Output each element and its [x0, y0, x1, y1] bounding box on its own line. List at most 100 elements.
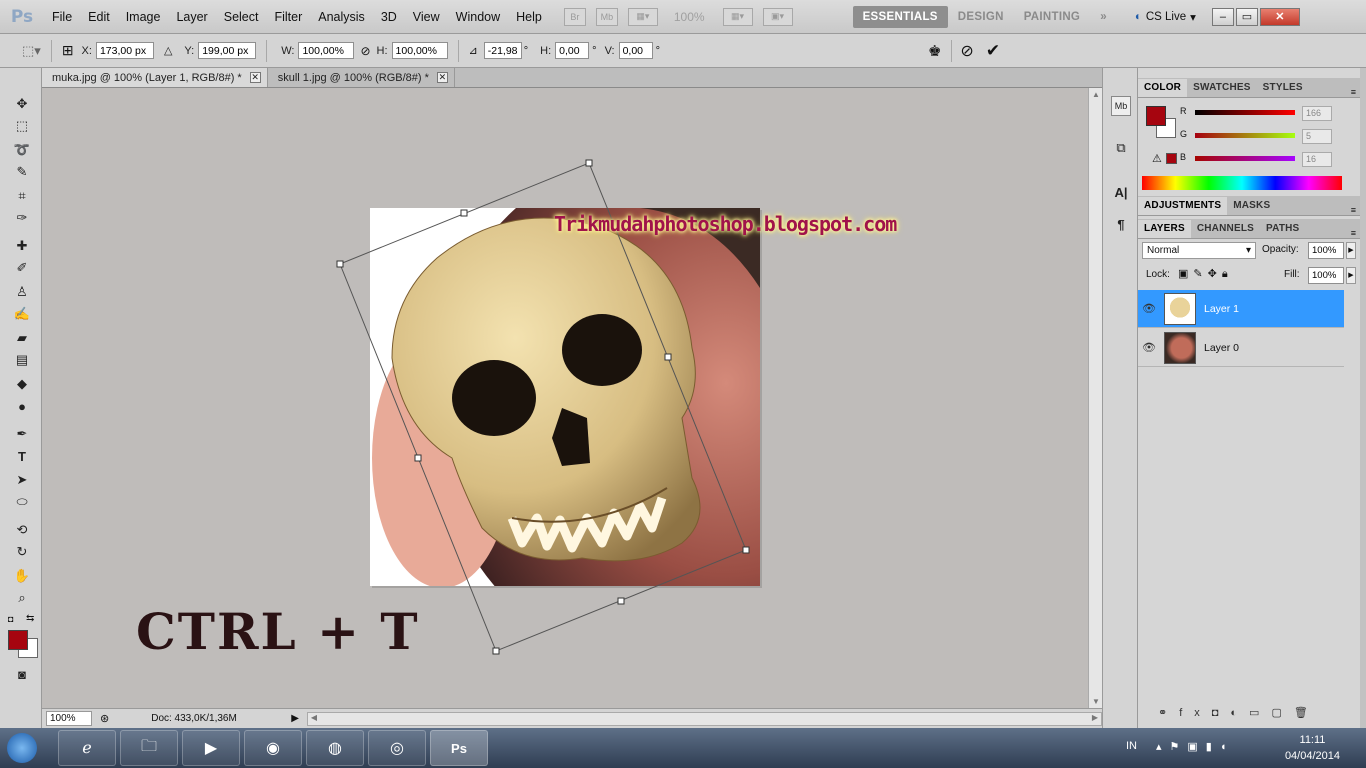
- start-button[interactable]: [0, 728, 44, 768]
- layer-row-layer-1[interactable]: 👁︎ Layer 1: [1138, 290, 1344, 328]
- zoom-tool-icon[interactable]: ⌕: [10, 588, 34, 608]
- warp-mode-icon[interactable]: ♚: [928, 42, 941, 60]
- tab-styles[interactable]: STYLES: [1257, 79, 1309, 97]
- menu-image[interactable]: Image: [118, 10, 169, 24]
- history-brush-tool-icon[interactable]: ✍: [10, 304, 34, 324]
- system-tray-icons[interactable]: ▴⚑▣▮◖: [1156, 740, 1234, 753]
- tab-layers[interactable]: LAYERS: [1138, 220, 1191, 238]
- tab-adjustments[interactable]: ADJUSTMENTS: [1138, 197, 1228, 215]
- eye-icon[interactable]: 👁︎: [1138, 302, 1160, 315]
- move-tool-preset-icon[interactable]: ⬚▾: [22, 43, 41, 59]
- double-chevron-icon[interactable]: »: [1090, 6, 1117, 28]
- tab-paths[interactable]: PATHS: [1260, 220, 1305, 238]
- eraser-tool-icon[interactable]: ▰: [10, 328, 34, 348]
- tab-color[interactable]: COLOR: [1138, 79, 1188, 97]
- green-slider[interactable]: [1195, 133, 1295, 138]
- quick-mask-icon[interactable]: ◙: [10, 664, 34, 684]
- menu-filter[interactable]: Filter: [266, 10, 310, 24]
- height-scale-input[interactable]: [391, 42, 448, 59]
- firefox-icon[interactable]: ◍: [306, 730, 364, 766]
- mini-bridge-button[interactable]: Mb: [595, 7, 618, 26]
- status-info-icon[interactable]: ⊛: [100, 712, 109, 725]
- history-icon[interactable]: ⧉: [1111, 138, 1131, 158]
- gamut-color-swatch[interactable]: [1166, 153, 1177, 164]
- pen-tool-icon[interactable]: ✒: [10, 424, 34, 444]
- panel-menu-icon[interactable]: ≡: [1351, 205, 1356, 215]
- opacity-arrow-icon[interactable]: ▶: [1346, 242, 1356, 259]
- foreground-color-swatch[interactable]: [8, 630, 28, 650]
- arrange-documents-button[interactable]: ▦▾: [722, 7, 753, 26]
- dodge-tool-icon[interactable]: ●: [10, 396, 34, 416]
- type-tool-icon[interactable]: T: [10, 446, 34, 466]
- out-of-gamut-warning-icon[interactable]: ⚠: [1152, 152, 1162, 165]
- layer-row-layer-0[interactable]: 👁︎ Layer 0: [1138, 329, 1344, 367]
- vertical-scrollbar[interactable]: ▲ ▼: [1088, 88, 1102, 708]
- rotate-angle-input[interactable]: [483, 42, 522, 59]
- green-value[interactable]: 5: [1302, 129, 1332, 144]
- move-tool-icon[interactable]: ✥: [10, 94, 34, 114]
- close-icon[interactable]: ✕: [249, 72, 261, 83]
- window-restore-button[interactable]: ▭: [1235, 7, 1258, 26]
- tab-masks[interactable]: MASKS: [1227, 197, 1276, 215]
- window-minimize-button[interactable]: –: [1211, 7, 1234, 26]
- workspace-painting[interactable]: PAINTING: [1014, 6, 1091, 28]
- language-indicator[interactable]: IN: [1126, 740, 1137, 752]
- menu-analysis[interactable]: Analysis: [310, 10, 373, 24]
- clone-stamp-tool-icon[interactable]: ♙: [10, 282, 34, 302]
- default-colors-icon[interactable]: ◘: [8, 614, 13, 624]
- status-menu-arrow-icon[interactable]: ▶: [291, 713, 299, 724]
- menu-layer[interactable]: Layer: [168, 10, 215, 24]
- crop-tool-icon[interactable]: ⌗: [10, 186, 34, 206]
- layer-name[interactable]: Layer 0: [1204, 342, 1239, 354]
- menu-file[interactable]: File: [44, 10, 80, 24]
- v-skew-input[interactable]: [618, 42, 653, 59]
- tab-skull[interactable]: skull 1.jpg @ 100% (RGB/8#) * ✕: [268, 68, 455, 87]
- menu-edit[interactable]: Edit: [80, 10, 118, 24]
- width-scale-input[interactable]: [298, 42, 355, 59]
- menu-view[interactable]: View: [405, 10, 448, 24]
- blue-value[interactable]: 16: [1302, 152, 1332, 167]
- media-player-icon[interactable]: ▶: [182, 730, 240, 766]
- document-canvas[interactable]: Trikmudahphotoshop.blogspot.com CTRL + T: [42, 88, 1088, 708]
- photoshop-taskbar-icon[interactable]: Ps: [430, 730, 488, 766]
- lasso-tool-icon[interactable]: ➰: [10, 140, 34, 160]
- status-zoom[interactable]: 100%: [46, 711, 92, 726]
- panel-scrollbar[interactable]: [1360, 68, 1366, 728]
- close-icon[interactable]: ✕: [436, 72, 448, 83]
- menu-select[interactable]: Select: [216, 10, 267, 24]
- mini-bridge-icon[interactable]: Mb: [1111, 96, 1131, 116]
- y-position-input[interactable]: [198, 42, 257, 59]
- layers-footer-icons[interactable]: ⚭fx◘◐▭▢🗑︎: [1158, 706, 1320, 719]
- cancel-transform-icon[interactable]: ⊘: [960, 41, 973, 61]
- menu-3d[interactable]: 3D: [373, 10, 405, 24]
- eye-icon[interactable]: 👁︎: [1138, 341, 1160, 354]
- eyedropper-tool-icon[interactable]: ✑: [10, 208, 34, 228]
- horizontal-scrollbar[interactable]: ◀ ▶: [306, 711, 1102, 726]
- panel-menu-icon[interactable]: ≡: [1351, 228, 1356, 238]
- opacity-input[interactable]: [1308, 242, 1344, 259]
- view-extras-button[interactable]: ▦▾: [627, 7, 658, 26]
- fill-arrow-icon[interactable]: ▶: [1346, 267, 1356, 284]
- gradient-tool-icon[interactable]: ▤: [10, 350, 34, 370]
- file-manager-icon[interactable]: 🗀︎: [120, 730, 178, 766]
- brush-tool-icon[interactable]: ✐: [10, 258, 34, 278]
- path-selection-tool-icon[interactable]: ➤: [10, 470, 34, 490]
- hand-tool-icon[interactable]: ✋: [10, 566, 34, 586]
- h-skew-input[interactable]: [555, 42, 590, 59]
- color-panel-fg-swatch[interactable]: [1146, 106, 1166, 126]
- red-value[interactable]: 166: [1302, 106, 1332, 121]
- tab-channels[interactable]: CHANNELS: [1191, 220, 1260, 238]
- layer-name[interactable]: Layer 1: [1204, 303, 1239, 315]
- window-close-button[interactable]: ✕: [1259, 7, 1300, 26]
- chrome-icon[interactable]: ◉: [244, 730, 302, 766]
- reference-point-icon[interactable]: ⊞: [62, 42, 74, 59]
- cs-live-menu[interactable]: ◐ CS Live ▾: [1135, 10, 1196, 24]
- screen-mode-button[interactable]: ▣▾: [762, 7, 793, 26]
- blur-tool-icon[interactable]: ◆: [10, 374, 34, 394]
- 3d-rotate-tool-icon[interactable]: ⟲: [10, 520, 34, 540]
- character-icon[interactable]: A|: [1111, 182, 1131, 202]
- menu-window[interactable]: Window: [448, 10, 508, 24]
- paragraph-icon[interactable]: ¶: [1111, 214, 1131, 234]
- red-slider[interactable]: [1195, 110, 1295, 115]
- taskbar-clock[interactable]: 11:11 04/04/2014: [1285, 732, 1340, 764]
